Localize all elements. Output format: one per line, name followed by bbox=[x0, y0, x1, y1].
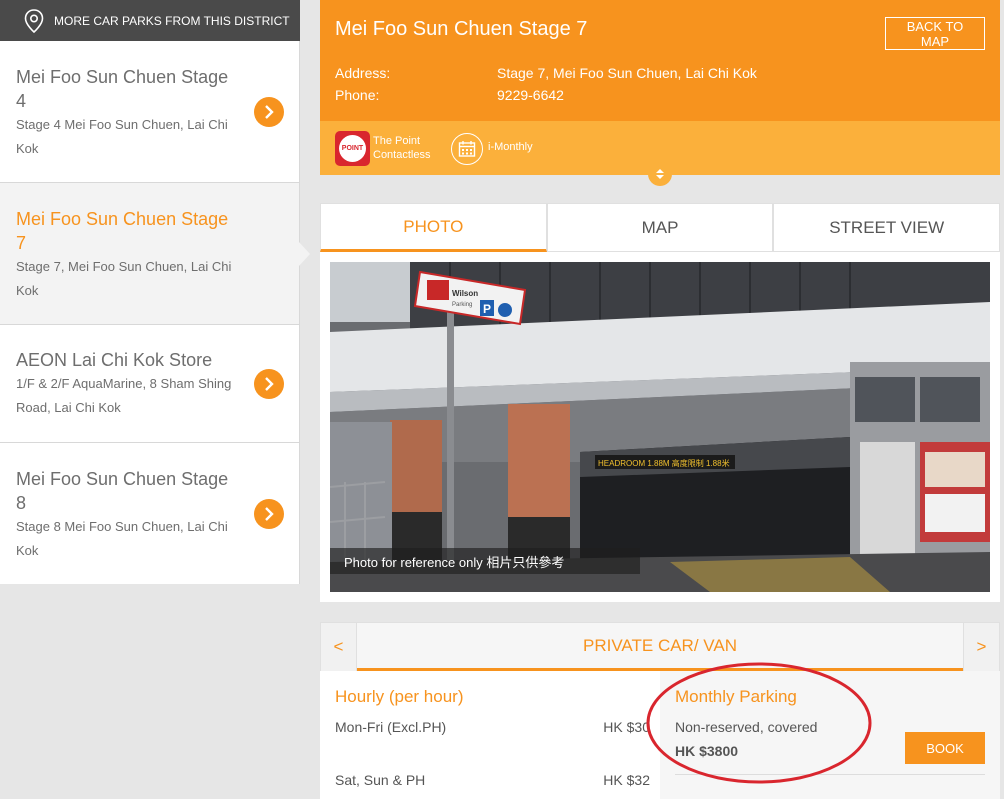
price-row: Mon-Fri (Excl.PH) HK $30 bbox=[335, 719, 650, 735]
vehicle-type-label: PRIVATE CAR/ VAN bbox=[357, 623, 963, 671]
photo-caption: Photo for reference only 相片只供參考 bbox=[330, 548, 640, 574]
chevron-right-icon[interactable] bbox=[254, 499, 284, 529]
car-park-address: Stage 8 Mei Foo Sun Chuen, Lai Chi Kok bbox=[16, 519, 228, 558]
district-car-park-list: MORE CAR PARKS FROM THIS DISTRICT Mei Fo… bbox=[0, 0, 310, 584]
divider bbox=[675, 774, 985, 775]
price-row-value: HK $30 bbox=[603, 719, 650, 735]
media-tabs: PHOTO MAP STREET VIEW bbox=[320, 203, 1001, 252]
expand-collapse-icon[interactable] bbox=[648, 162, 672, 186]
address-label: Address: bbox=[335, 65, 391, 81]
more-car-parks-label: MORE CAR PARKS FROM THIS DISTRICT bbox=[54, 13, 290, 28]
calendar-icon bbox=[451, 133, 483, 165]
car-park-header: Mei Foo Sun Chuen Stage 7 BACK TO MAP Ad… bbox=[320, 0, 1000, 121]
car-park-address: 1/F & 2/F AquaMarine, 8 Sham Shing Road,… bbox=[16, 376, 232, 415]
car-park-photo: HEADROOM 1.88M 高度限制 1.88米 Wilson Parking… bbox=[330, 262, 990, 592]
hourly-pricing: Hourly (per hour) Mon-Fri (Excl.PH) HK $… bbox=[320, 671, 660, 799]
price-row-label: Mon-Fri (Excl.PH) bbox=[335, 719, 447, 735]
tab-map[interactable]: MAP bbox=[546, 203, 774, 252]
chevron-right-icon[interactable] bbox=[254, 97, 284, 127]
back-to-map-button[interactable]: BACK TO MAP bbox=[885, 17, 985, 50]
i-monthly-label: i-Monthly bbox=[488, 141, 533, 153]
car-park-name: Mei Foo Sun Chuen Stage 8 bbox=[16, 469, 229, 513]
chevron-right-icon[interactable] bbox=[254, 369, 284, 399]
sidebar-item-stage-4[interactable]: Mei Foo Sun Chuen Stage 4 Stage 4 Mei Fo… bbox=[0, 41, 299, 183]
car-park-address: Stage 7, Mei Foo Sun Chuen, Lai Chi Kok bbox=[16, 259, 232, 298]
page-title: Mei Foo Sun Chuen Stage 7 bbox=[335, 18, 588, 40]
car-park-name: Mei Foo Sun Chuen Stage 7 bbox=[16, 209, 229, 253]
monthly-pricing: Monthly Parking Non-reserved, covered HK… bbox=[660, 671, 1000, 799]
next-vehicle-button[interactable]: > bbox=[963, 623, 999, 671]
sidebar-item-stage-7[interactable]: Mei Foo Sun Chuen Stage 7 Stage 7, Mei F… bbox=[0, 183, 310, 325]
vehicle-type-selector: < PRIVATE CAR/ VAN > bbox=[320, 622, 1000, 671]
location-pin-icon bbox=[24, 8, 44, 33]
car-park-name: Mei Foo Sun Chuen Stage 4 bbox=[16, 67, 229, 111]
active-indicator bbox=[299, 241, 310, 266]
hourly-title: Hourly (per hour) bbox=[335, 687, 464, 706]
sidebar-item-stage-8[interactable]: Mei Foo Sun Chuen Stage 8 Stage 8 Mei Fo… bbox=[0, 443, 299, 584]
price-row-value: HK $32 bbox=[603, 772, 650, 788]
headroom-sign: HEADROOM 1.88M 高度限制 1.88米 bbox=[598, 458, 730, 468]
phone-value[interactable]: 9229-6642 bbox=[497, 87, 564, 103]
more-car-parks-button[interactable]: MORE CAR PARKS FROM THIS DISTRICT bbox=[0, 0, 300, 41]
monthly-title: Monthly Parking bbox=[675, 687, 797, 706]
car-park-address: Stage 4 Mei Foo Sun Chuen, Lai Chi Kok bbox=[16, 117, 228, 156]
the-point-label: The Point Contactless bbox=[373, 135, 431, 161]
sidebar-item-aeon-lai-chi-kok[interactable]: AEON Lai Chi Kok Store 1/F & 2/F AquaMar… bbox=[0, 325, 299, 443]
book-button[interactable]: BOOK bbox=[905, 732, 985, 764]
car-park-name: AEON Lai Chi Kok Store bbox=[16, 350, 213, 370]
address-value: Stage 7, Mei Foo Sun Chuen, Lai Chi Kok bbox=[497, 65, 757, 81]
sign-p-text: P bbox=[483, 302, 491, 316]
monthly-description: Non-reserved, covered bbox=[675, 719, 818, 735]
the-point-logo-icon: POINT bbox=[335, 131, 370, 166]
monthly-price: HK $3800 bbox=[675, 743, 739, 759]
sign-sub-text: Parking bbox=[452, 302, 472, 308]
tab-street-view[interactable]: STREET VIEW bbox=[773, 203, 1001, 252]
price-row: Sat, Sun & PH HK $32 bbox=[335, 772, 650, 788]
phone-label: Phone: bbox=[335, 87, 380, 103]
photo-panel: HEADROOM 1.88M 高度限制 1.88米 Wilson Parking… bbox=[320, 252, 1000, 602]
sign-brand-text: Wilson bbox=[452, 289, 478, 298]
tab-photo[interactable]: PHOTO bbox=[320, 203, 547, 252]
pricing-panel: Hourly (per hour) Mon-Fri (Excl.PH) HK $… bbox=[320, 671, 1000, 799]
previous-vehicle-button[interactable]: < bbox=[321, 623, 357, 671]
price-row-label: Sat, Sun & PH bbox=[335, 772, 426, 788]
